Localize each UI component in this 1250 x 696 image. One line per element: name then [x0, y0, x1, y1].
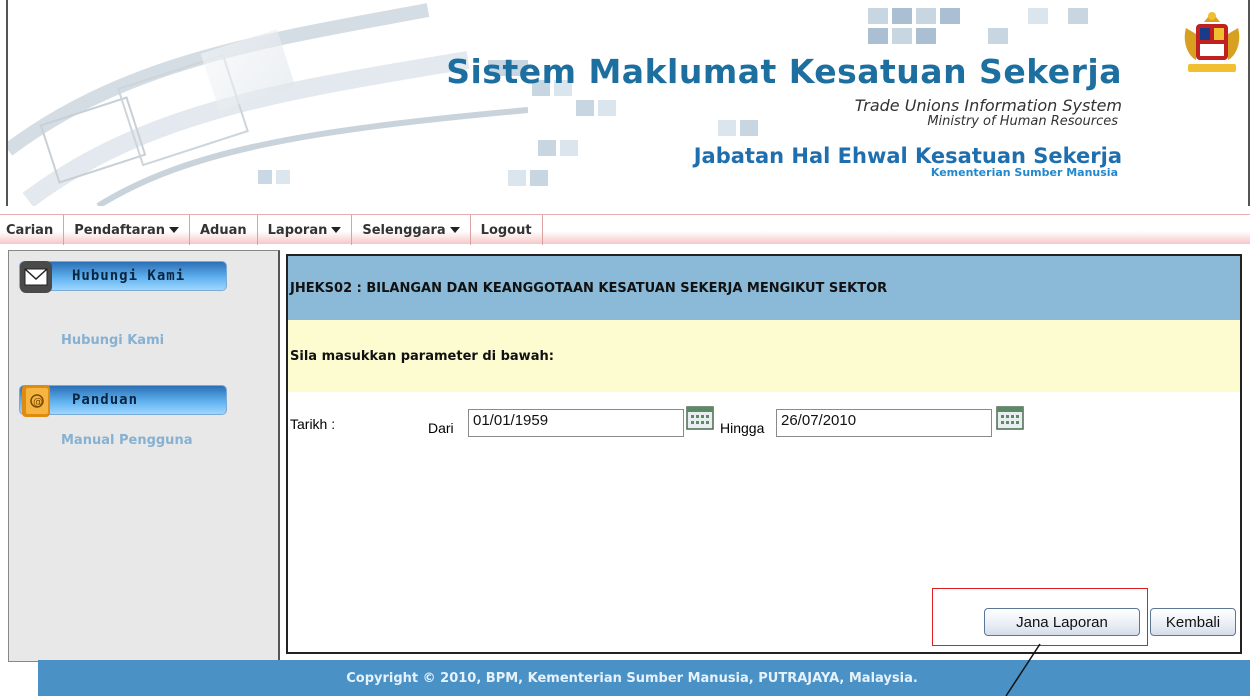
- menu-item-label: Aduan: [199, 222, 247, 238]
- app-title: Sistem Maklumat Kesatuan Sekerja: [446, 52, 1122, 91]
- hingga-label: Hingga: [720, 420, 765, 436]
- panduan-button[interactable]: @ Panduan: [19, 385, 227, 417]
- hingga-date-input[interactable]: 26/07/2010: [776, 409, 992, 437]
- department-ministry: Kementerian Sumber Manusia: [930, 166, 1118, 179]
- menu-item-label: Logout: [480, 222, 532, 238]
- hubungi-kami-link[interactable]: Hubungi Kami: [61, 333, 164, 348]
- department-name: Jabatan Hal Ehwal Kesatuan Sekerja: [693, 144, 1122, 168]
- calendar-icon[interactable]: [996, 406, 1024, 430]
- main-menu: Carian Pendaftaran Aduan Laporan Selengg…: [0, 214, 1250, 245]
- menu-item-logout[interactable]: Logout: [471, 215, 543, 245]
- kembali-button[interactable]: Kembali: [1150, 608, 1236, 636]
- date-range-row: Tarikh : Dari 01/01/1959 Hingga 26/07/20…: [288, 406, 1240, 440]
- dari-date-input[interactable]: 01/01/1959: [468, 409, 684, 437]
- calendar-icon[interactable]: [686, 406, 714, 430]
- menu-item-label: Pendaftaran: [74, 222, 165, 238]
- menu-item-aduan[interactable]: Aduan: [190, 215, 258, 245]
- header-banner: Sistem Maklumat Kesatuan Sekerja Trade U…: [6, 0, 1250, 206]
- caret-down-icon: [449, 227, 460, 233]
- coat-of-arms-icon: [1184, 12, 1240, 72]
- menu-item-pendaftaran[interactable]: Pendaftaran: [64, 215, 190, 245]
- svg-text:@: @: [33, 397, 43, 408]
- caret-down-icon: [168, 227, 179, 233]
- dari-label: Dari: [428, 420, 454, 436]
- parameter-band: Sila masukkan parameter di bawah:: [288, 320, 1240, 392]
- hubungi-kami-button[interactable]: Hubungi Kami: [19, 261, 227, 293]
- hubungi-kami-label: Hubungi Kami: [72, 268, 186, 284]
- app-subtitle-ministry: Ministry of Human Resources: [927, 114, 1118, 129]
- app-subtitle: Trade Unions Information System: [854, 96, 1122, 115]
- jana-laporan-button[interactable]: Jana Laporan: [984, 608, 1140, 636]
- menu-item-carian[interactable]: Carian: [0, 215, 65, 245]
- manual-pengguna-link[interactable]: Manual Pengguna: [61, 433, 192, 448]
- menu-item-selenggara[interactable]: Selenggara: [352, 215, 471, 245]
- footer: Copyright © 2010, BPM, Kementerian Sumbe…: [38, 660, 1250, 696]
- envelope-icon: [20, 261, 52, 293]
- panduan-label: Panduan: [72, 392, 139, 408]
- address-book-icon: @: [22, 385, 50, 417]
- menu-item-laporan[interactable]: Laporan: [258, 215, 353, 245]
- report-title: JHEKS02 : BILANGAN DAN KEANGGOTAAN KESAT…: [290, 280, 888, 296]
- menu-item-label: Carian: [6, 222, 54, 238]
- report-header: JHEKS02 : BILANGAN DAN KEANGGOTAAN KESAT…: [288, 256, 1240, 320]
- menu-item-label: Selenggara: [362, 222, 446, 238]
- tarikh-label: Tarikh :: [290, 416, 336, 432]
- report-panel: JHEKS02 : BILANGAN DAN KEANGGOTAAN KESAT…: [286, 254, 1242, 654]
- copyright-text: Copyright © 2010, BPM, Kementerian Sumbe…: [346, 670, 918, 686]
- menu-item-label: Laporan: [267, 222, 328, 238]
- sidebar: Hubungi Kami Hubungi Kami @ Panduan Manu…: [8, 250, 280, 662]
- parameter-prompt: Sila masukkan parameter di bawah:: [290, 348, 554, 364]
- caret-down-icon: [331, 227, 342, 233]
